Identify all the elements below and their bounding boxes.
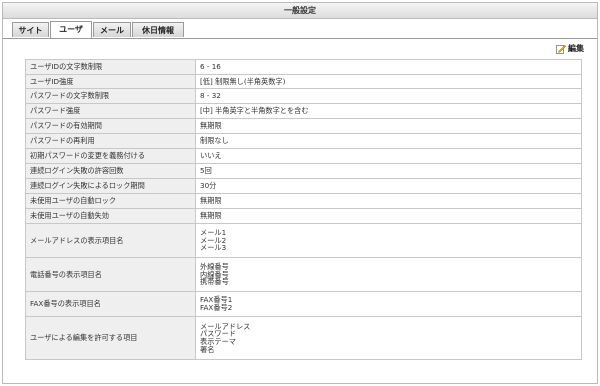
setting-value: 5回 <box>195 163 582 179</box>
setting-value: FAX番号1 FAX番号2 <box>195 291 582 317</box>
setting-row: 初期パスワードの変更を義務付ける いいえ <box>25 148 582 164</box>
setting-value-line: 8 - 32 <box>200 91 221 101</box>
setting-value: [低] 制限無し(半角英数字) <box>195 74 582 89</box>
setting-row: FAX番号の表示項目名 FAX番号1 FAX番号2 <box>25 291 582 317</box>
setting-row: メールアドレスの表示項目名 メール1 メール2 メール3 <box>25 223 582 258</box>
setting-value-line: メール1 <box>200 228 227 238</box>
setting-value-line: メール2 <box>200 235 227 245</box>
tab-mail[interactable]: メール <box>93 22 131 37</box>
edit-button[interactable]: 編集 <box>556 43 584 54</box>
setting-value-line: 無期限 <box>200 211 222 221</box>
setting-value-line: 無期限 <box>200 196 222 206</box>
setting-value-line: パスワード <box>200 329 236 339</box>
setting-label: ユーザによる編集を許可する項目 <box>25 316 196 360</box>
setting-value: 制限なし <box>195 133 582 149</box>
setting-value: 無期限 <box>195 118 582 134</box>
setting-row: 連続ログイン失敗の許容回数 5回 <box>25 163 582 179</box>
setting-label: 電話番号の表示項目名 <box>25 257 196 292</box>
setting-label: パスワード強度 <box>25 103 196 119</box>
setting-value-line: FAX番号2 <box>200 303 233 312</box>
setting-value-line: 内線番号 <box>200 269 229 279</box>
tab-user[interactable]: ユーザ <box>50 21 92 38</box>
pencil-icon <box>556 44 566 54</box>
setting-value-line: 無期限 <box>200 121 222 131</box>
setting-row: パスワードの有効期間 無期限 <box>25 118 582 134</box>
setting-value-line: [中] 半角英字と半角数字とを含む <box>200 106 309 116</box>
edit-label: 編集 <box>568 44 584 53</box>
setting-value-line: 制限なし <box>200 136 229 146</box>
setting-label: パスワードの再利用 <box>25 133 196 149</box>
setting-value: 8 - 32 <box>195 88 582 104</box>
window-title: 一般設定 <box>3 3 597 19</box>
setting-row: パスワードの再利用 制限なし <box>25 133 582 149</box>
setting-value-line: 6 - 16 <box>200 62 221 72</box>
setting-label: 未使用ユーザの自動失効 <box>25 208 196 224</box>
setting-value-line: 表示テーマ <box>200 337 236 346</box>
setting-row: 電話番号の表示項目名 外線番号 内線番号 携帯番号 <box>25 257 582 292</box>
setting-label: メールアドレスの表示項目名 <box>25 223 196 258</box>
setting-label: パスワードの有効期間 <box>25 118 196 134</box>
settings-content: 編集 ユーザIDの文字数制限 6 - 16 ユーザID強度 [低] 制限無し(半角英数… <box>3 39 597 383</box>
setting-value: [中] 半角英字と半角数字とを含む <box>195 103 582 119</box>
setting-value: 外線番号 内線番号 携帯番号 <box>195 257 582 292</box>
setting-row: ユーザIDの文字数制限 6 - 16 <box>25 59 582 75</box>
setting-value-line: 5回 <box>200 166 212 176</box>
setting-value-line: いいえ <box>200 151 222 161</box>
setting-value-line: メール3 <box>200 243 227 253</box>
setting-value-line: 外線番号 <box>200 262 229 272</box>
setting-value: 30分 <box>195 178 582 194</box>
setting-value-line: 30分 <box>200 181 217 191</box>
tab-site[interactable]: サイト <box>12 22 49 37</box>
setting-value-line: [低] 制限無し(半角英数字) <box>200 76 286 86</box>
setting-row: 未使用ユーザの自動失効 無期限 <box>25 208 582 224</box>
setting-value: メールアドレス パスワード 表示テーマ 署名 <box>195 316 582 360</box>
setting-value-line: FAX番号1 <box>200 295 233 305</box>
setting-label: ユーザID強度 <box>25 74 196 89</box>
settings-table: ユーザIDの文字数制限 6 - 16 ユーザID強度 [低] 制限無し(半角英数字) パ… <box>25 59 582 360</box>
setting-row: ユーザID強度 [低] 制限無し(半角英数字) <box>25 74 582 89</box>
setting-value: いいえ <box>195 148 582 164</box>
setting-label: 連続ログイン失敗の許容回数 <box>25 163 196 179</box>
setting-label: パスワードの文字数制限 <box>25 88 196 104</box>
setting-row: ユーザによる編集を許可する項目 メールアドレス パスワード 表示テーマ 署名 <box>25 316 582 360</box>
tab-holiday-info[interactable]: 休日情報 <box>132 22 184 37</box>
setting-label: 未使用ユーザの自動ロック <box>25 193 196 209</box>
setting-value: 無期限 <box>195 193 582 209</box>
setting-row: 連続ログイン失敗によるロック期間 30分 <box>25 178 582 194</box>
setting-label: 連続ログイン失敗によるロック期間 <box>25 178 196 194</box>
setting-row: パスワードの文字数制限 8 - 32 <box>25 88 582 104</box>
setting-row: 未使用ユーザの自動ロック 無期限 <box>25 193 582 209</box>
setting-value-line: 携帯番号 <box>200 277 229 287</box>
setting-value: メール1 メール2 メール3 <box>195 223 582 258</box>
tab-bar: サイト ユーザ メール 休日情報 <box>3 19 597 39</box>
setting-label: ユーザIDの文字数制限 <box>25 59 196 75</box>
setting-value-line: 署名 <box>200 344 215 354</box>
settings-window: 一般設定 サイト ユーザ メール 休日情報 編集 ユーザIDの文字数制限 6 - … <box>2 2 598 384</box>
setting-value: 6 - 16 <box>195 59 582 75</box>
setting-value-line: メールアドレス <box>200 321 251 331</box>
setting-row: パスワード強度 [中] 半角英字と半角数字とを含む <box>25 103 582 119</box>
setting-label: 初期パスワードの変更を義務付ける <box>25 148 196 164</box>
setting-value: 無期限 <box>195 208 582 224</box>
setting-label: FAX番号の表示項目名 <box>25 291 196 317</box>
